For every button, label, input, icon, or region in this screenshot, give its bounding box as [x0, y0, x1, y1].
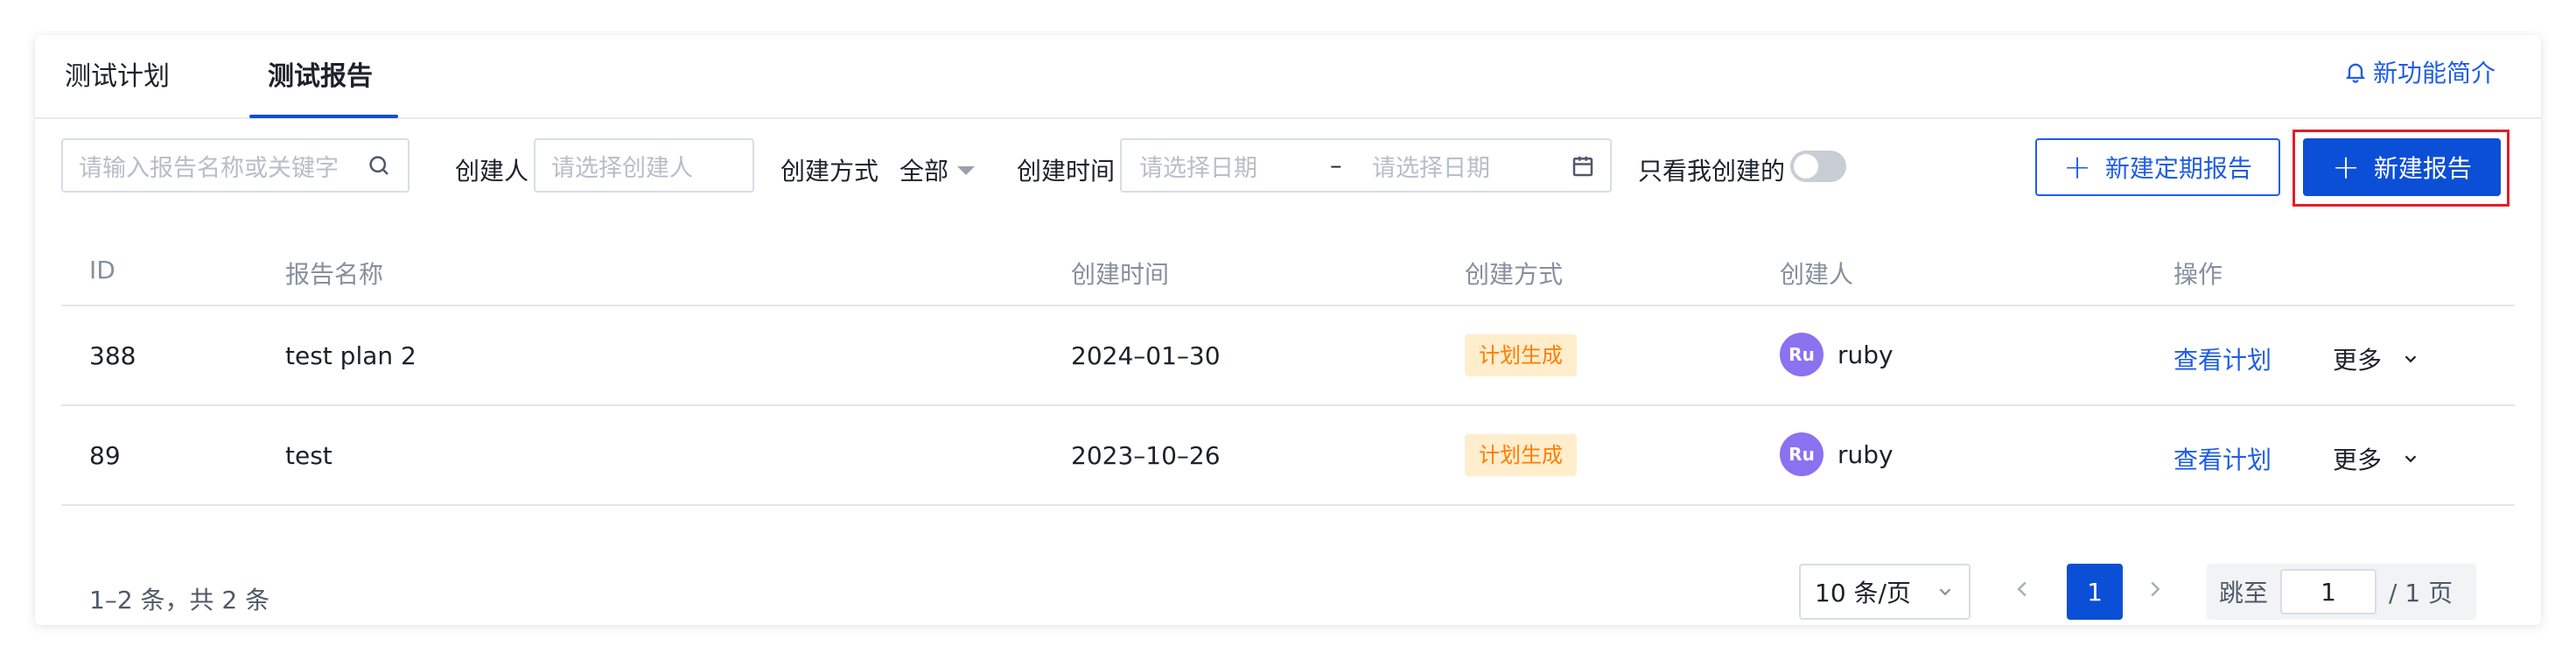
plus-icon: + [2332, 148, 2360, 186]
pagination-bar: 1–2 条，共 2 条 10 条/页 1 跳至 1 / 1 页 [35, 544, 2541, 625]
method-select[interactable]: 全部 [900, 152, 976, 187]
page-button-current[interactable]: 1 [2067, 564, 2123, 620]
header-method: 创建方式 [1465, 260, 1564, 289]
header-creator: 创建人 [1780, 260, 1854, 289]
cell-created: 2024–01–30 [1071, 341, 1221, 370]
chevron-down-icon [2404, 455, 2417, 463]
next-page-icon[interactable] [2142, 576, 2168, 602]
caret-down-icon [957, 166, 976, 175]
method-value: 全部 [900, 157, 949, 186]
creator-placeholder: 请选择创建人 [551, 154, 693, 182]
chevron-down-icon [1939, 588, 1951, 596]
tab-test-plan[interactable]: 测试计划 [65, 54, 170, 93]
creator-filter-label: 创建人 [455, 157, 529, 186]
table-row: 89 test 2023–10–26 计划生成 Ru ruby 查看计划 更多 [61, 406, 2515, 506]
page-jumper: 跳至 1 / 1 页 [2207, 564, 2476, 620]
toggle-knob [1794, 154, 1818, 179]
view-plan-link[interactable]: 查看计划 [2174, 441, 2272, 476]
creator-name: ruby [1838, 439, 1894, 469]
start-date-placeholder[interactable]: 请选择日期 [1139, 149, 1257, 183]
table-header: ID 报告名称 创建时间 创建方式 创建人 操作 [61, 228, 2515, 306]
cell-creator: Ru ruby [1780, 333, 1894, 376]
plus-icon: + [2063, 148, 2091, 186]
mine-only-toggle[interactable] [1790, 151, 1846, 182]
cell-id: 89 [89, 441, 121, 470]
page-size-select[interactable]: 10 条/页 [1799, 564, 1970, 620]
filter-bar: 请输入报告名称或关键字 创建人 请选择创建人 创建方式 全部 创建时间 请选择日… [35, 119, 2541, 228]
new-report-label: 新建报告 [2373, 154, 2472, 183]
new-scheduled-report-button[interactable]: + 新建定期报告 [2035, 138, 2280, 196]
mine-only-label: 只看我创建的 [1638, 157, 1786, 186]
time-filter-label: 创建时间 [1017, 157, 1116, 186]
whats-new-link[interactable]: 新功能简介 [2343, 54, 2496, 89]
method-tag: 计划生成 [1465, 334, 1577, 376]
header-actions: 操作 [2174, 260, 2223, 289]
more-label: 更多 [2333, 346, 2383, 375]
range-separator: – [1330, 151, 1342, 179]
avatar: Ru [1780, 432, 1824, 476]
cell-name: test [285, 441, 332, 470]
more-dropdown[interactable]: 更多 [2333, 441, 2420, 476]
bell-icon [2345, 63, 2366, 83]
whats-new-label: 新功能简介 [2372, 59, 2496, 88]
new-report-button[interactable]: + 新建报告 [2303, 138, 2501, 196]
end-date-placeholder[interactable]: 请选择日期 [1372, 149, 1490, 183]
creator-name: ruby [1838, 340, 1894, 369]
search-placeholder: 请输入报告名称或关键字 [79, 154, 339, 182]
page-size-value: 10 条/页 [1815, 579, 1911, 607]
total-count: 1–2 条，共 2 条 [89, 586, 270, 614]
search-icon [369, 156, 388, 175]
prev-page-icon[interactable] [2009, 576, 2035, 602]
table-row: 388 test plan 2 2024–01–30 计划生成 Ru ruby … [61, 306, 2515, 406]
active-tab-indicator [249, 115, 398, 118]
new-scheduled-report-label: 新建定期报告 [2104, 154, 2252, 183]
cell-creator: Ru ruby [1780, 432, 1894, 476]
method-filter-label: 创建方式 [780, 157, 879, 186]
search-input[interactable]: 请输入报告名称或关键字 [61, 138, 410, 193]
header-id: ID [89, 256, 116, 284]
cell-id: 388 [89, 341, 136, 370]
view-plan-link[interactable]: 查看计划 [2174, 341, 2272, 376]
tab-bar: 测试计划 测试报告 新功能简介 [35, 35, 2541, 119]
tab-test-report[interactable]: 测试报告 [268, 54, 373, 93]
page-total-label: / 1 页 [2389, 579, 2454, 607]
date-range-picker[interactable]: 请选择日期 – 请选择日期 [1120, 138, 1612, 193]
jump-page-input[interactable]: 1 [2280, 569, 2377, 614]
calendar-icon [1572, 156, 1593, 177]
report-table: ID 报告名称 创建时间 创建方式 创建人 操作 388 test plan 2… [61, 228, 2515, 506]
header-created: 创建时间 [1071, 260, 1170, 289]
avatar: Ru [1780, 333, 1824, 376]
creator-select[interactable]: 请选择创建人 [534, 138, 754, 193]
method-tag: 计划生成 [1465, 434, 1577, 476]
more-label: 更多 [2333, 446, 2383, 474]
report-card: 测试计划 测试报告 新功能简介 请输入报告名称或关键字 创建人 请选择创建人 创… [35, 35, 2541, 625]
header-name: 报告名称 [285, 260, 384, 289]
more-dropdown[interactable]: 更多 [2333, 341, 2420, 376]
chevron-down-icon [2404, 355, 2417, 363]
cell-name: test plan 2 [285, 341, 416, 370]
cell-created: 2023–10–26 [1071, 441, 1221, 470]
jump-label: 跳至 [2219, 579, 2269, 607]
